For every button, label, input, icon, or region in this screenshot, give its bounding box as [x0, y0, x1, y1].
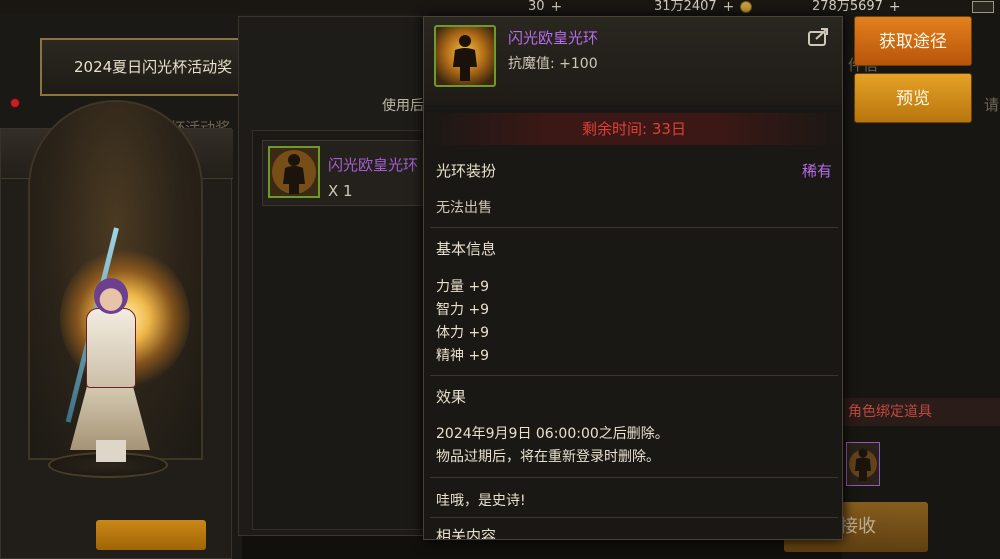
aura-item-icon — [434, 25, 496, 87]
faded-text: 请 — [984, 96, 1000, 114]
effect-heading: 效果 — [436, 388, 467, 406]
remaining-time: 剩余时间: 33日 — [424, 113, 842, 145]
preview-button[interactable]: 预览 — [854, 73, 972, 123]
unsellable-note: 无法出售 — [436, 200, 492, 216]
preview-action-button[interactable] — [96, 520, 206, 550]
currency-2: 31万2407 + — [654, 0, 753, 14]
effect-line-2: 物品过期后，将在重新登录时删除。 — [436, 449, 660, 465]
currency-3-value: 278万5697 — [812, 0, 883, 14]
currency-3-add-button[interactable]: + — [889, 0, 901, 14]
divider — [430, 375, 838, 376]
share-icon[interactable] — [808, 27, 830, 47]
unread-dot — [10, 98, 20, 108]
acquire-route-button[interactable]: 获取途径 — [854, 16, 972, 66]
tooltip-item-stat: 抗魔值: +100 — [508, 56, 598, 72]
tooltip-item-name: 闪光欧皇光环 — [508, 29, 599, 47]
currency-2-value: 31万2407 — [654, 0, 717, 14]
attr-strength: 力量 +9 — [436, 279, 490, 295]
game-screen: 30 + 31万2407 + 278万5697 + 2024夏日闪光杯活动奖 2… — [0, 0, 1000, 559]
currency-1-value: 30 — [528, 0, 545, 14]
item-rarity: 稀有 — [802, 162, 833, 180]
effect-line-1: 2024年9月9日 06:00:00之后删除。 — [436, 426, 669, 442]
currency-2-add-button[interactable]: + — [723, 0, 735, 14]
item-tooltip: 闪光欧皇光环 抗魔值: +100 剩余时间: 33日 光环装扮 稀有 无法出售 … — [423, 16, 843, 540]
flavor-text: 哇哦，是史诗! — [436, 493, 526, 509]
divider — [430, 477, 838, 478]
item-silhouette-icon[interactable] — [268, 146, 320, 198]
character-head — [94, 278, 128, 314]
bound-item-warning: 角色绑定道具 — [842, 398, 1000, 426]
related-heading: 相关内容 — [436, 527, 497, 540]
divider — [430, 517, 838, 518]
currency-1: 30 + — [528, 0, 562, 14]
attachment-item-quantity: X 1 — [328, 182, 353, 200]
mail-item-title: 2024夏日闪光杯活动奖 — [74, 58, 233, 76]
attr-intelligence: 智力 +9 — [436, 302, 490, 318]
basic-info-heading: 基本信息 — [436, 240, 497, 258]
attached-item-icon[interactable] — [846, 442, 880, 486]
attr-vitality: 体力 +9 — [436, 325, 490, 341]
mail-icon[interactable] — [972, 1, 994, 13]
currency-3: 278万5697 + — [812, 0, 901, 14]
character-body — [86, 308, 136, 388]
use-label: 使用后 — [382, 98, 424, 114]
mail-item[interactable]: 2024夏日闪光杯活动奖 — [40, 38, 270, 96]
divider — [430, 227, 838, 228]
coin-icon — [740, 1, 753, 13]
attachment-item-name: 闪光欧皇光环 — [328, 156, 419, 174]
character-legs — [96, 440, 126, 462]
currency-1-add-button[interactable]: + — [551, 0, 563, 14]
attr-spirit: 精神 +9 — [436, 348, 490, 364]
item-type: 光环装扮 — [436, 162, 497, 180]
